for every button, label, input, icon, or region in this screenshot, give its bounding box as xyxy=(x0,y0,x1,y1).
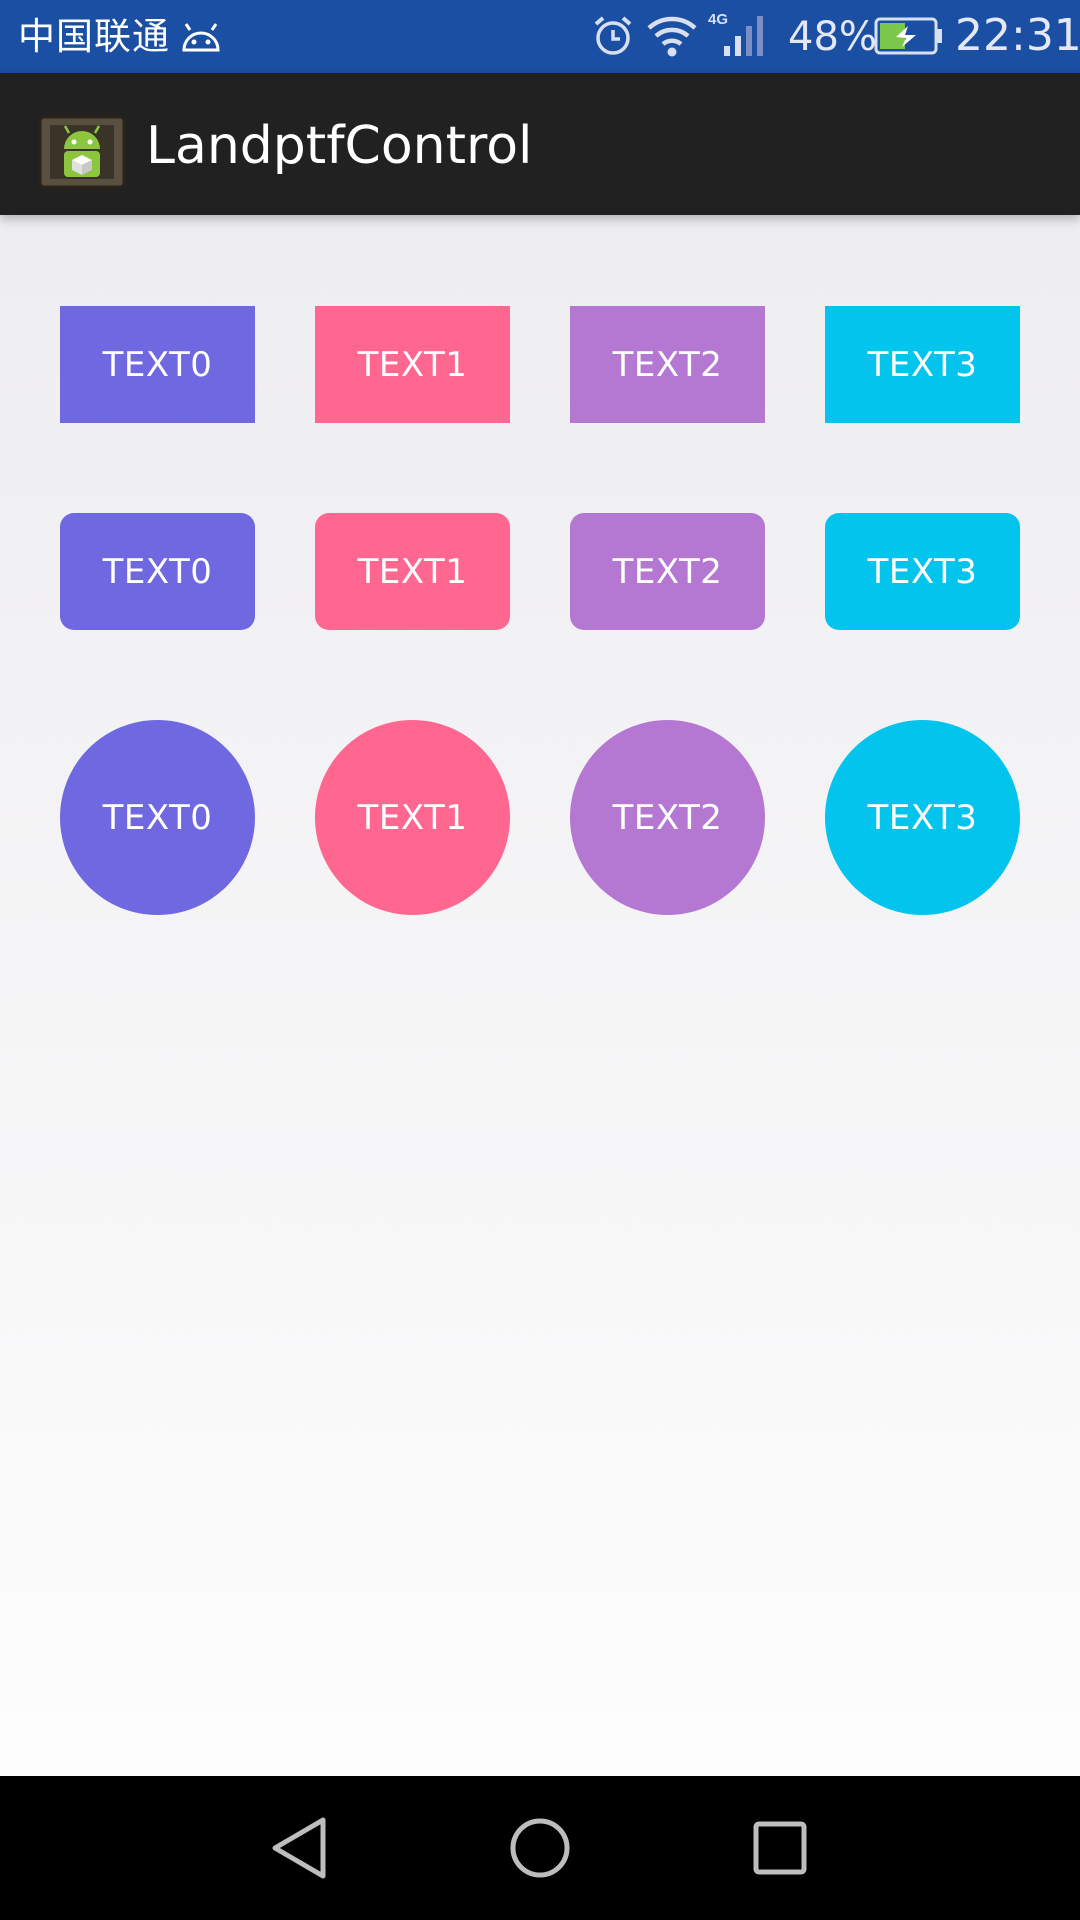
action-bar: LandptfControl xyxy=(0,73,1080,215)
rounded-tile-text3[interactable]: TEXT3 xyxy=(825,513,1020,630)
carrier-name: 中国联通 xyxy=(18,15,170,58)
rect-tile-text3[interactable]: TEXT3 xyxy=(825,306,1020,423)
home-icon[interactable] xyxy=(495,1803,585,1893)
circle-tile-text0[interactable]: TEXT0 xyxy=(60,720,255,915)
rect-tile-text0[interactable]: TEXT0 xyxy=(60,306,255,423)
network-type-label: 4G xyxy=(708,11,728,28)
recents-icon[interactable] xyxy=(735,1803,825,1893)
navigation-bar xyxy=(0,1776,1080,1920)
circle-tile-text2[interactable]: TEXT2 xyxy=(570,720,765,915)
wifi-icon xyxy=(647,16,697,57)
clock: 22:31 xyxy=(955,10,1080,61)
battery-charging-icon xyxy=(874,17,942,55)
alarm-icon xyxy=(594,16,632,55)
battery-percent: 48% xyxy=(788,14,877,60)
app-title: LandptfControl xyxy=(146,116,533,176)
android-debug-icon xyxy=(182,23,220,52)
rect-tile-text2[interactable]: TEXT2 xyxy=(570,306,765,423)
rounded-tile-text0[interactable]: TEXT0 xyxy=(60,513,255,630)
circle-tile-text1[interactable]: TEXT1 xyxy=(315,720,510,915)
status-bar: 中国联通 4G 48% 22:31 xyxy=(0,0,1080,73)
signal-icon: 4G xyxy=(708,11,763,56)
back-icon[interactable] xyxy=(255,1803,345,1893)
rounded-tile-text1[interactable]: TEXT1 xyxy=(315,513,510,630)
android-app-icon xyxy=(38,115,126,189)
rect-tile-text1[interactable]: TEXT1 xyxy=(315,306,510,423)
circle-tile-text3[interactable]: TEXT3 xyxy=(825,720,1020,915)
rounded-tile-text2[interactable]: TEXT2 xyxy=(570,513,765,630)
